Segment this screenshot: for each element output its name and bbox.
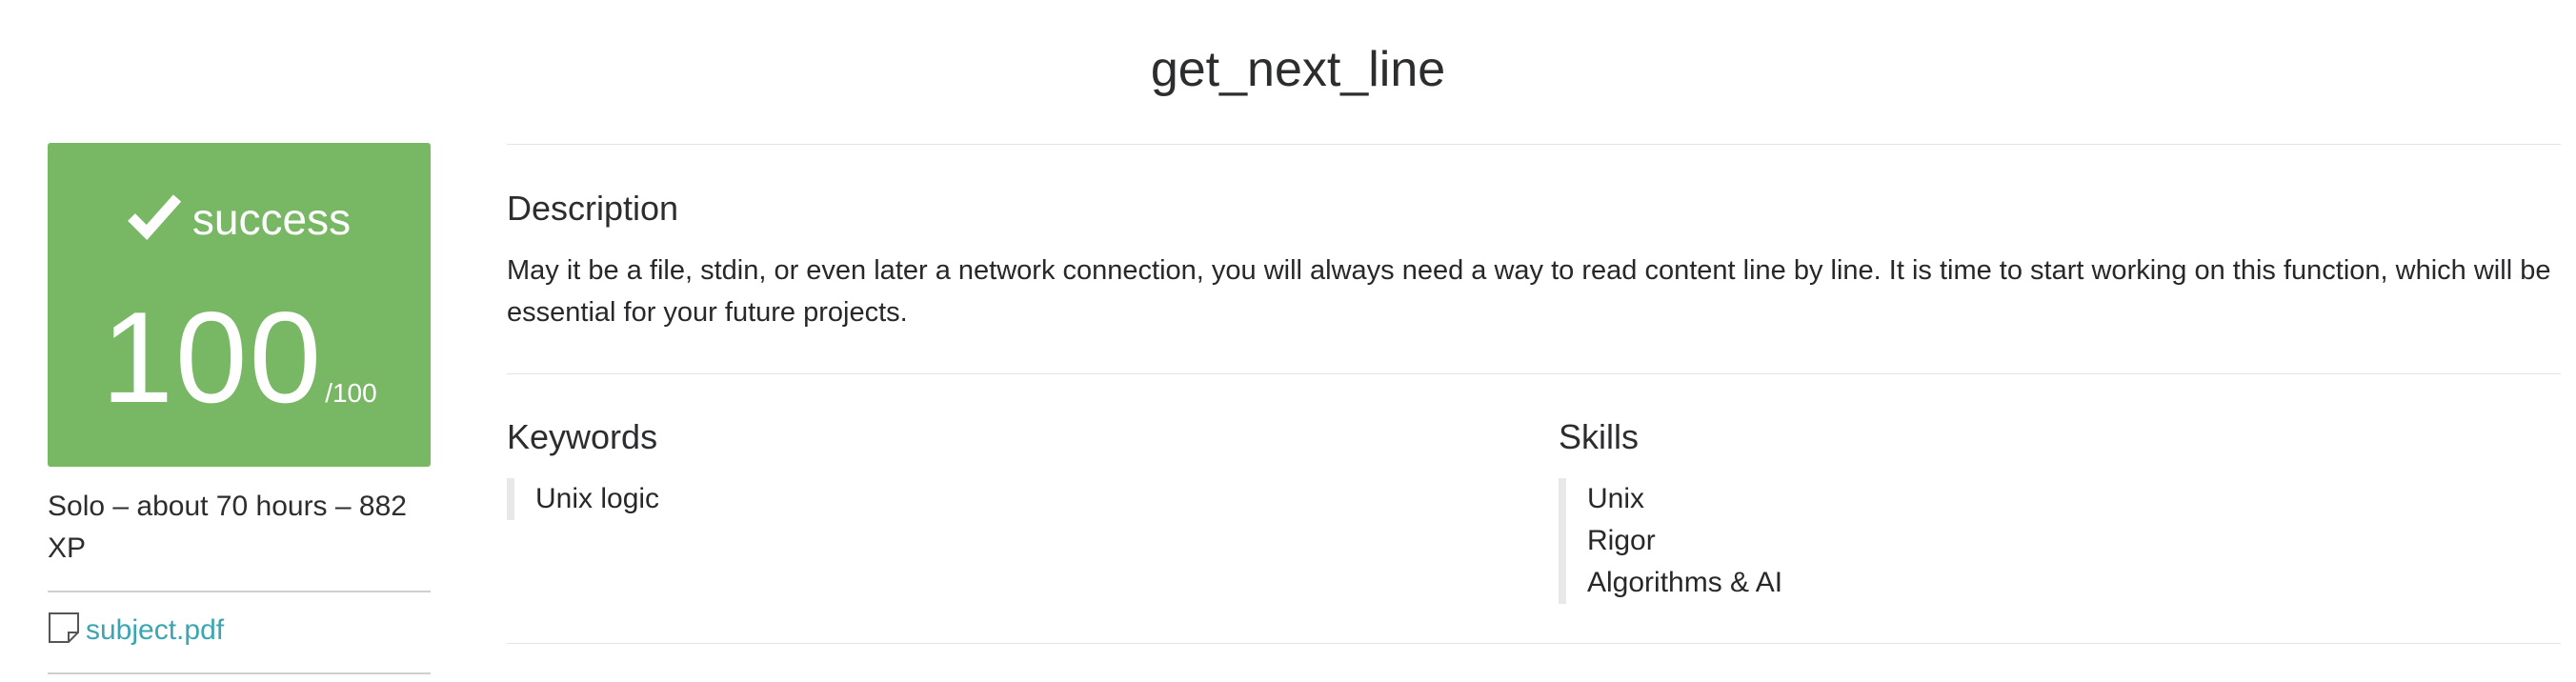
score-value: 100	[101, 285, 324, 430]
status-row: success	[48, 191, 431, 253]
description-text: May it be a file, stdin, or even later a…	[507, 255, 2551, 328]
skill-item: Unix	[1587, 483, 1645, 514]
divider	[507, 373, 2561, 374]
check-icon	[128, 192, 182, 253]
subject-pdf-link[interactable]: subject.pdf	[48, 610, 224, 656]
divider	[48, 591, 431, 592]
skills-heading: Skills	[1559, 417, 1640, 456]
file-icon	[48, 612, 80, 656]
skill-item: Rigor	[1587, 525, 1656, 556]
divider	[48, 672, 431, 674]
score-card: success 100/100	[48, 143, 431, 467]
divider	[507, 144, 2561, 145]
status-label: success	[191, 194, 352, 244]
divider	[507, 643, 2561, 644]
keyword-item: Unix logic	[535, 483, 660, 514]
project-page: get_next_line success 100/100 Solo – abo…	[0, 0, 2576, 682]
skills-list: Unix Rigor Algorithms & AI	[1559, 478, 1782, 604]
subject-link-label: subject.pdf	[86, 614, 225, 646]
page-title: get_next_line	[1150, 42, 1446, 97]
skill-item: Algorithms & AI	[1587, 567, 1783, 598]
score-row: 100/100	[48, 286, 431, 429]
score-max: /100	[325, 378, 377, 408]
project-meta: Solo – about 70 hours – 882 XP	[48, 491, 407, 564]
keywords-heading: Keywords	[507, 417, 658, 456]
description-heading: Description	[507, 189, 679, 228]
keywords-list: Unix logic	[507, 478, 659, 520]
